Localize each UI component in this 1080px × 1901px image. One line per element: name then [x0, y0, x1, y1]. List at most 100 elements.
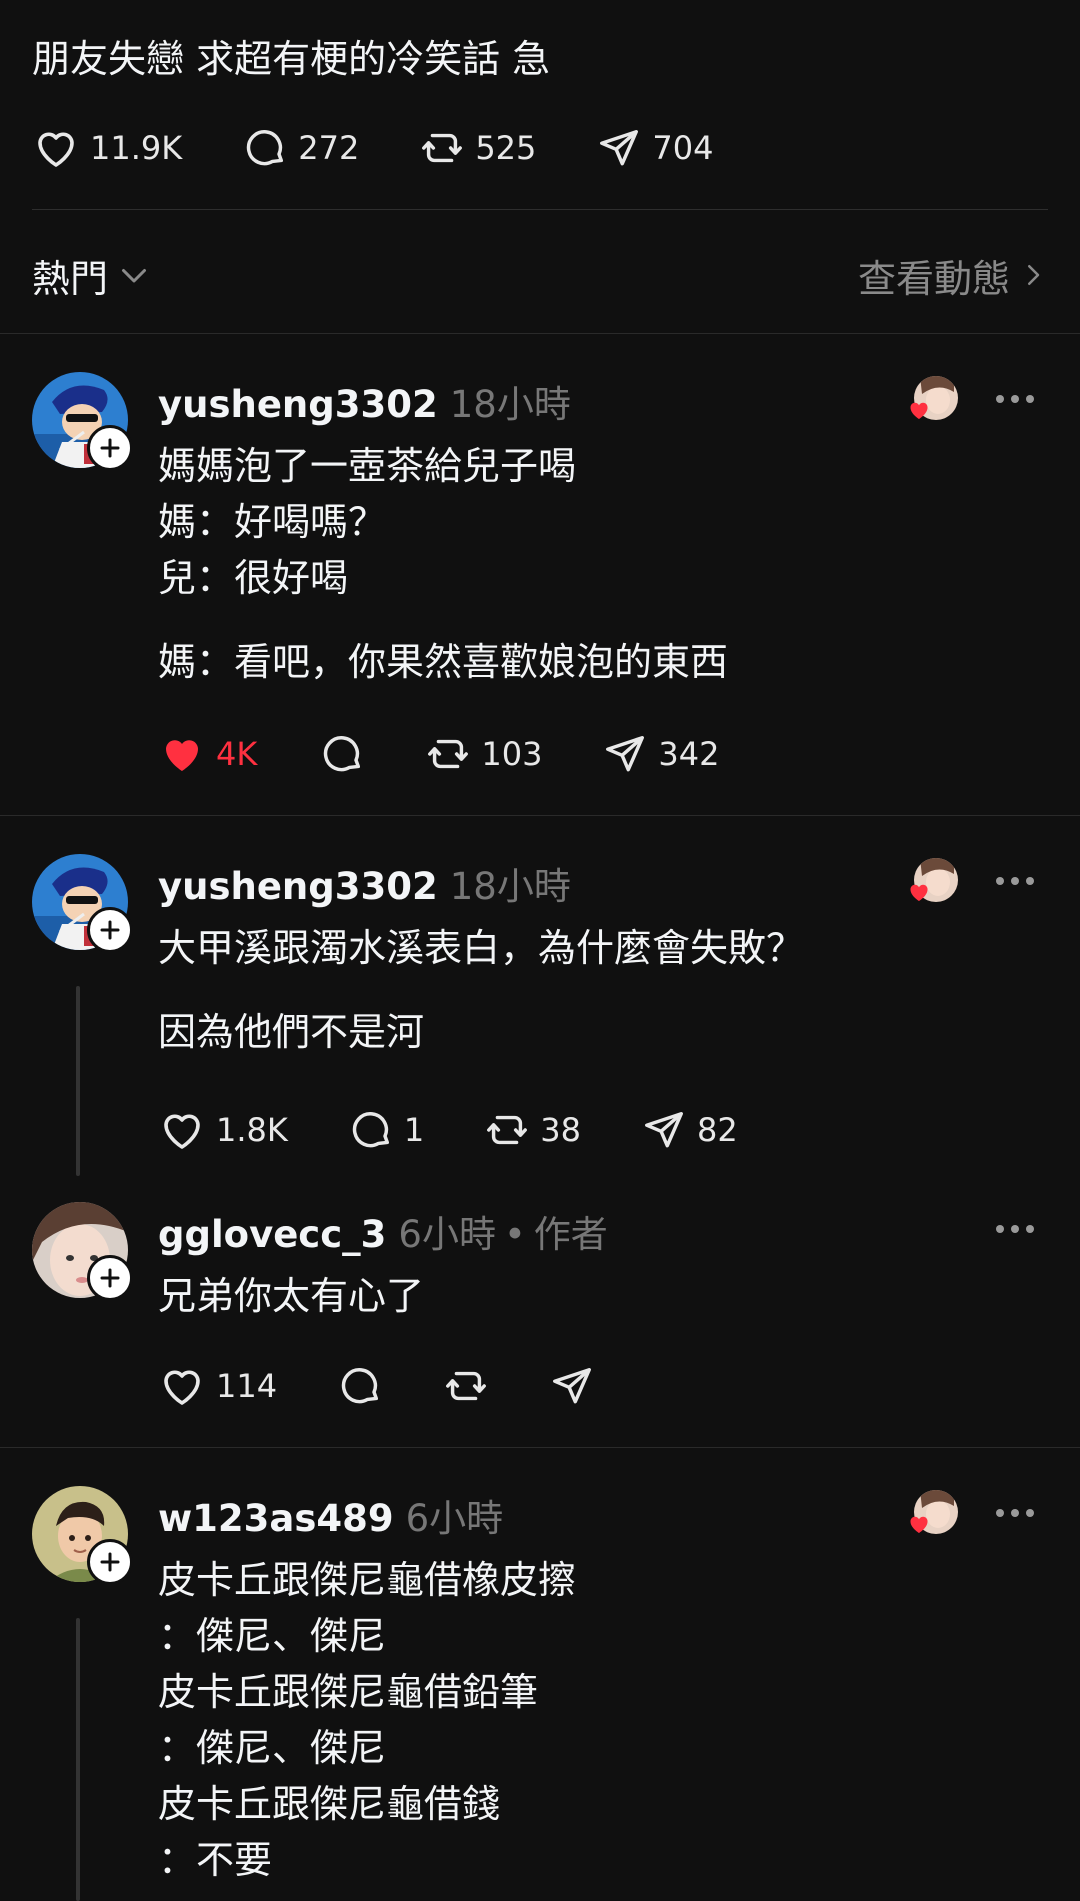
reply-3-avatar-wrap[interactable]	[32, 1202, 133, 1301]
reply-text-line: 兒：很好喝	[158, 556, 349, 600]
section-divider	[0, 815, 1080, 816]
more-options-button[interactable]	[996, 1509, 1034, 1517]
follow-plus-button[interactable]	[87, 907, 133, 953]
username[interactable]: gglovecc_3	[158, 1213, 386, 1256]
more-dot	[1026, 1225, 1034, 1233]
more-options-button[interactable]	[996, 395, 1034, 403]
timestamp: 6小時	[398, 1213, 496, 1256]
view-activity-label: 查看動態	[857, 256, 1010, 301]
repost-button[interactable]: 103	[425, 731, 542, 777]
reply-text-line: ：傑尼、傑尼	[158, 1614, 387, 1658]
share-button[interactable]: 82	[641, 1107, 738, 1153]
reply-2-header: yusheng3302 18小時	[158, 856, 571, 910]
heart-icon	[166, 740, 198, 771]
more-icon	[996, 1509, 1004, 1517]
share-icon	[600, 129, 639, 166]
post-divider	[32, 209, 1048, 210]
reply-1-body: 媽媽泡了一壺茶給兒子喝 媽：好喝嗎？ 兒：很好喝 媽：看吧，你果然喜歡娘泡的東西	[158, 438, 728, 690]
follow-plus-button[interactable]	[87, 1539, 133, 1585]
more-dot	[1026, 877, 1034, 885]
share-count: 82	[696, 1111, 738, 1149]
reply-3-actions: 114	[158, 1362, 595, 1410]
plus-icon	[100, 438, 120, 458]
comment-button[interactable]: 1	[348, 1107, 424, 1153]
post-comment-button[interactable]: 272	[242, 125, 359, 171]
repost-icon	[487, 1115, 528, 1145]
reply-text-line: 皮卡丘跟傑尼龜借橡皮擦	[158, 1558, 577, 1602]
section-divider	[0, 1447, 1080, 1448]
follow-plus-button[interactable]	[87, 425, 133, 471]
timestamp: 18小時	[449, 865, 571, 908]
liked-by-op-badge	[906, 376, 958, 424]
reply-2-avatar-wrap[interactable]	[32, 854, 133, 953]
repost-icon	[446, 1371, 487, 1401]
more-options-button[interactable]	[996, 877, 1034, 885]
reply-4-body: 皮卡丘跟傑尼龜借橡皮擦 ：傑尼、傑尼 皮卡丘跟傑尼龜借鉛筆 ：傑尼、傑尼 皮卡丘…	[158, 1552, 576, 1888]
view-activity-link[interactable]: 查看動態	[858, 248, 1048, 303]
like-count: 114	[216, 1367, 278, 1405]
sort-bar: 熱門 查看動態	[32, 240, 1048, 310]
timestamp: 6小時	[405, 1497, 504, 1540]
reply-3-header: gglovecc_3 6小時 • 作者	[158, 1204, 608, 1258]
more-icon	[996, 1225, 1004, 1233]
sort-dropdown[interactable]: 熱門	[32, 248, 152, 303]
post-share-button[interactable]: 704	[596, 125, 713, 171]
post-repost-button[interactable]: 525	[419, 125, 536, 171]
more-dot	[1011, 877, 1019, 885]
comment-button[interactable]	[337, 1363, 383, 1409]
comment-button[interactable]	[319, 731, 365, 777]
comment-icon	[341, 1368, 379, 1404]
reply-text-line: 皮卡丘跟傑尼龜借鉛筆	[158, 1670, 539, 1714]
like-button[interactable]: 114	[158, 1362, 277, 1410]
post-like-button[interactable]: 11.9K	[32, 124, 182, 172]
reply-1-avatar-wrap[interactable]	[32, 372, 133, 471]
comment-icon	[247, 130, 284, 166]
username[interactable]: yusheng3302	[158, 383, 438, 426]
post-actions: 11.9K 272 525 704	[32, 124, 713, 172]
repost-button[interactable]: 38	[484, 1107, 581, 1153]
comment-count: 1	[403, 1111, 425, 1149]
plus-icon	[100, 1268, 120, 1288]
like-count: 4K	[216, 735, 258, 773]
comment-icon	[352, 1112, 389, 1148]
heart-icon	[164, 1114, 200, 1149]
reply-2-actions: 1.8K 1 38 82	[158, 1106, 738, 1154]
author-tag: 作者	[533, 1213, 608, 1256]
post-repost-count: 525	[475, 129, 537, 167]
reply-1-actions: 4K 103 342	[158, 730, 720, 778]
sort-label: 熱門	[32, 256, 109, 301]
post-comment-count: 272	[298, 129, 360, 167]
chevron-right-icon	[1028, 265, 1040, 285]
reply-punchline: 媽：看吧，你果然喜歡娘泡的東西	[158, 640, 729, 684]
username[interactable]: w123as489	[158, 1497, 394, 1540]
heart-icon	[910, 402, 928, 419]
comment-icon	[324, 736, 361, 772]
heart-icon	[910, 884, 928, 901]
more-options-button[interactable]	[996, 1225, 1034, 1233]
timestamp: 18小時	[449, 383, 571, 426]
reply-punchline: 因為他們不是河	[158, 1010, 425, 1054]
reply-2-body: 大甲溪跟濁水溪表白，為什麼會失敗？ 因為他們不是河	[158, 920, 804, 1060]
like-button[interactable]: 4K	[158, 730, 257, 778]
reply-3-body: 兄弟你太有心了	[158, 1268, 424, 1324]
repost-button[interactable]	[443, 1363, 489, 1409]
share-button[interactable]	[549, 1363, 595, 1409]
more-dot	[1011, 395, 1019, 403]
share-icon	[606, 735, 645, 772]
thread-line	[76, 986, 80, 1176]
reply-text-line: 媽：好喝嗎？	[158, 500, 387, 544]
username[interactable]: yusheng3302	[158, 865, 438, 908]
heart-icon	[38, 132, 74, 167]
plus-icon	[100, 920, 120, 940]
reply-4-avatar-wrap[interactable]	[32, 1486, 133, 1585]
plus-icon	[100, 1552, 120, 1572]
reply-text-line: 兄弟你太有心了	[158, 1274, 425, 1318]
heart-icon	[910, 1516, 928, 1533]
like-button[interactable]: 1.8K	[158, 1106, 288, 1154]
post-title: 朋友失戀 求超有梗的冷笑話 急	[32, 37, 551, 81]
reply-text-line: 大甲溪跟濁水溪表白，為什麼會失敗？	[158, 926, 805, 970]
reply-text-line: ：傑尼、傑尼	[158, 1726, 387, 1770]
share-button[interactable]: 342	[602, 731, 720, 777]
post-share-count: 704	[652, 129, 714, 167]
follow-plus-button[interactable]	[87, 1255, 133, 1301]
